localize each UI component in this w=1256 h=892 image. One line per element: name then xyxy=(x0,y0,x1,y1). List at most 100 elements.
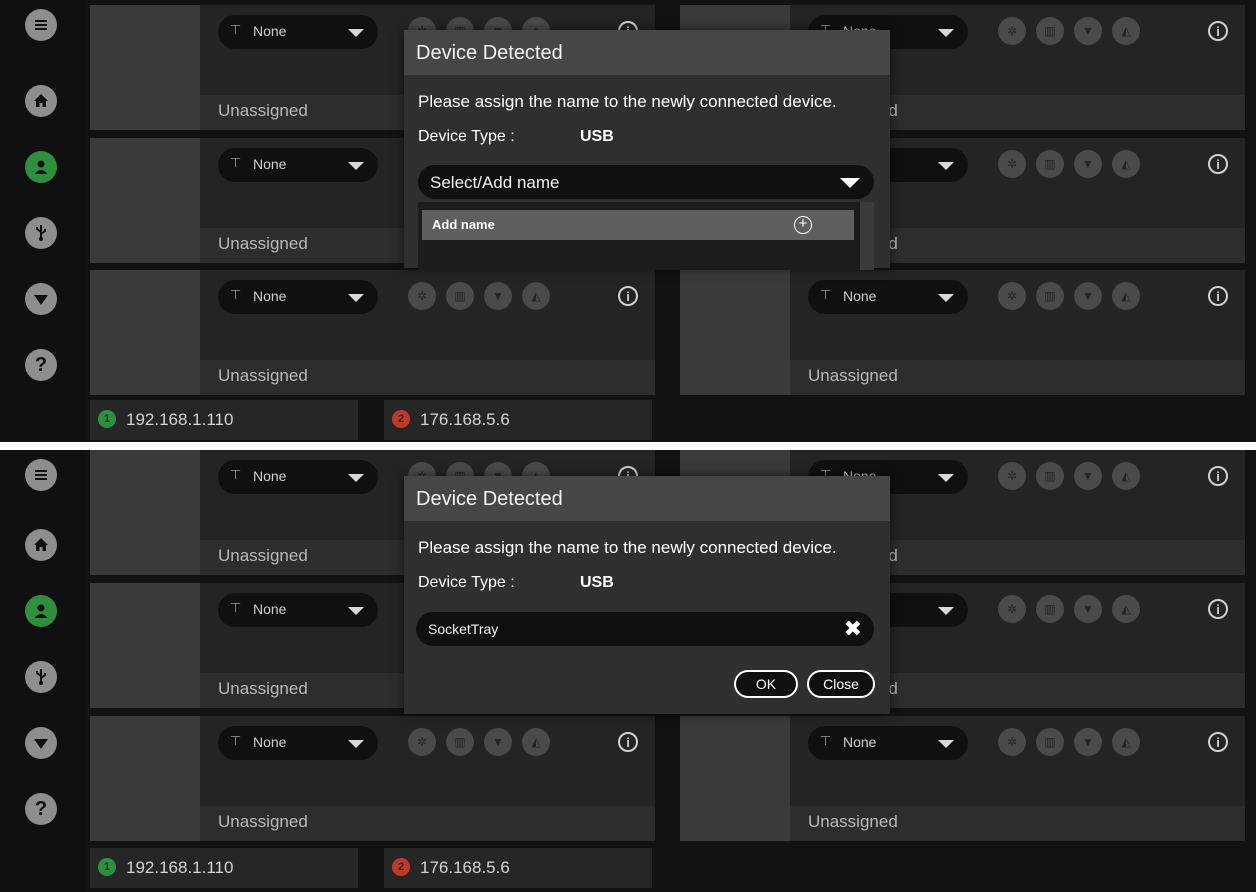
help-icon[interactable]: ? xyxy=(25,349,57,381)
info-icon[interactable]: i xyxy=(618,732,638,752)
camera-panel: Unassigned ⊤None ✲ ▥ ▼ ◭ i xyxy=(680,270,1245,395)
shield-icon[interactable]: ▼ xyxy=(484,728,512,756)
menu-icon[interactable] xyxy=(25,459,57,491)
shield-icon[interactable]: ▼ xyxy=(1074,17,1102,45)
dropdown-scrollbar[interactable] xyxy=(860,202,874,270)
fan-icon[interactable]: ✲ xyxy=(998,17,1026,45)
bell-icon[interactable]: ◭ xyxy=(1112,595,1140,623)
shield-icon[interactable]: ▼ xyxy=(1074,150,1102,178)
info-icon[interactable]: i xyxy=(1208,286,1228,306)
shield-icon[interactable]: ▼ xyxy=(1074,595,1102,623)
status-label: Unassigned xyxy=(218,546,308,565)
filter-dropdown[interactable]: ⊤None xyxy=(808,280,968,314)
ip-status-2[interactable]: 2 176.168.5.6 xyxy=(384,400,652,440)
filter-dropdown[interactable]: ⊤None xyxy=(218,460,378,494)
factory-icon[interactable]: ▥ xyxy=(446,728,474,756)
info-icon[interactable]: i xyxy=(1208,466,1228,486)
bell-icon[interactable]: ◭ xyxy=(1112,17,1140,45)
camera-thumbnail xyxy=(90,5,200,130)
help-icon[interactable]: ? xyxy=(25,793,57,825)
menu-icon[interactable] xyxy=(25,9,57,41)
device-type-value: USB xyxy=(580,574,614,591)
shield-icon[interactable]: ▼ xyxy=(1074,282,1102,310)
chevron-down-icon xyxy=(348,29,364,37)
panel-icons: ✲ ▥ ▼ ◭ xyxy=(408,728,550,756)
add-name-option[interactable]: Add name + xyxy=(422,210,854,240)
shield-icon[interactable]: ▼ xyxy=(484,282,512,310)
chevron-down-icon xyxy=(938,294,954,302)
factory-icon[interactable]: ▥ xyxy=(1036,150,1064,178)
name-select[interactable]: Select/Add name xyxy=(418,165,874,199)
shield-icon[interactable] xyxy=(25,727,57,759)
fan-icon[interactable]: ✲ xyxy=(998,462,1026,490)
chevron-down-icon xyxy=(938,607,954,615)
ok-button[interactable]: OK xyxy=(734,670,798,698)
filter-dropdown[interactable]: ⊤None xyxy=(218,280,378,314)
status-label: Unassigned xyxy=(218,366,308,385)
panel-icons: ✲ ▥ ▼ ◭ xyxy=(998,595,1140,623)
factory-icon[interactable]: ▥ xyxy=(1036,282,1064,310)
filter-dropdown[interactable]: ⊤None xyxy=(218,726,378,760)
factory-icon[interactable]: ▥ xyxy=(446,282,474,310)
factory-icon[interactable]: ▥ xyxy=(1036,595,1064,623)
usb-icon[interactable] xyxy=(25,661,57,693)
info-icon[interactable]: i xyxy=(1208,599,1228,619)
usb-icon[interactable] xyxy=(25,217,57,249)
fan-icon[interactable]: ✲ xyxy=(998,150,1026,178)
bell-icon[interactable]: ◭ xyxy=(522,282,550,310)
filter-dropdown[interactable]: ⊤None xyxy=(218,593,378,627)
camera-thumbnail xyxy=(90,270,200,395)
bell-icon[interactable]: ◭ xyxy=(1112,462,1140,490)
user-icon[interactable] xyxy=(25,595,57,627)
filter-dropdown[interactable]: ⊤None xyxy=(218,148,378,182)
fan-icon[interactable]: ✲ xyxy=(998,282,1026,310)
dialog-message: Please assign the name to the newly conn… xyxy=(418,92,837,111)
bell-icon[interactable]: ◭ xyxy=(1112,728,1140,756)
fan-icon[interactable]: ✲ xyxy=(408,282,436,310)
factory-icon[interactable]: ▥ xyxy=(1036,728,1064,756)
shield-icon[interactable] xyxy=(25,283,57,315)
info-icon[interactable]: i xyxy=(1208,21,1228,41)
factory-icon[interactable]: ▥ xyxy=(1036,17,1064,45)
bell-icon[interactable]: ◭ xyxy=(522,728,550,756)
clear-icon[interactable]: ✖ xyxy=(844,618,862,640)
device-detected-dialog: Device Detected Please assign the name t… xyxy=(404,30,890,270)
plus-circle-icon[interactable]: + xyxy=(794,216,812,234)
bell-icon[interactable]: ◭ xyxy=(1112,282,1140,310)
camera-thumbnail xyxy=(90,450,200,575)
home-icon[interactable] xyxy=(25,85,57,117)
info-icon[interactable]: i xyxy=(618,286,638,306)
bell-icon[interactable]: ◭ xyxy=(1112,150,1140,178)
chevron-down-icon xyxy=(348,607,364,615)
factory-icon[interactable]: ▥ xyxy=(1036,462,1064,490)
fan-icon[interactable]: ✲ xyxy=(998,595,1026,623)
device-name-field[interactable]: SocketTray ✖ xyxy=(416,612,874,646)
status-label: Unassigned xyxy=(218,812,308,831)
panel-icons: ✲ ▥ ▼ ◭ xyxy=(998,17,1140,45)
home-icon[interactable] xyxy=(25,529,57,561)
device-type-value: USB xyxy=(580,128,614,145)
filter-dropdown[interactable]: ⊤None xyxy=(218,15,378,49)
chevron-down-icon xyxy=(348,740,364,748)
fan-icon[interactable]: ✲ xyxy=(998,728,1026,756)
ip-status-2[interactable]: 2 176.168.5.6 xyxy=(384,848,652,888)
ip-status-1[interactable]: 1 192.168.1.110 xyxy=(90,848,358,888)
camera-thumbnail xyxy=(90,138,200,263)
shield-icon[interactable]: ▼ xyxy=(1074,728,1102,756)
camera-panel: Unassigned ⊤None ✲ ▥ ▼ ◭ i xyxy=(90,716,655,841)
close-button[interactable]: Close xyxy=(807,670,875,698)
location-pin-icon: 1 xyxy=(98,858,116,876)
shield-icon[interactable]: ▼ xyxy=(1074,462,1102,490)
info-icon[interactable]: i xyxy=(1208,732,1228,752)
device-detected-dialog: Device Detected Please assign the name t… xyxy=(404,476,890,714)
info-icon[interactable]: i xyxy=(1208,154,1228,174)
status-label: Unassigned xyxy=(218,101,308,120)
app-screen-confirm: ? Unassigned ⊤None ✲ ▥ ▼ ◭ i Unassigned ⊤No… xyxy=(0,450,1256,892)
ip-status-1[interactable]: 1 192.168.1.110 xyxy=(90,400,358,440)
status-label: Unassigned xyxy=(218,679,308,698)
location-pin-icon: 1 xyxy=(98,410,116,428)
camera-thumbnail xyxy=(90,583,200,708)
filter-dropdown[interactable]: ⊤None xyxy=(808,726,968,760)
user-icon[interactable] xyxy=(25,151,57,183)
fan-icon[interactable]: ✲ xyxy=(408,728,436,756)
